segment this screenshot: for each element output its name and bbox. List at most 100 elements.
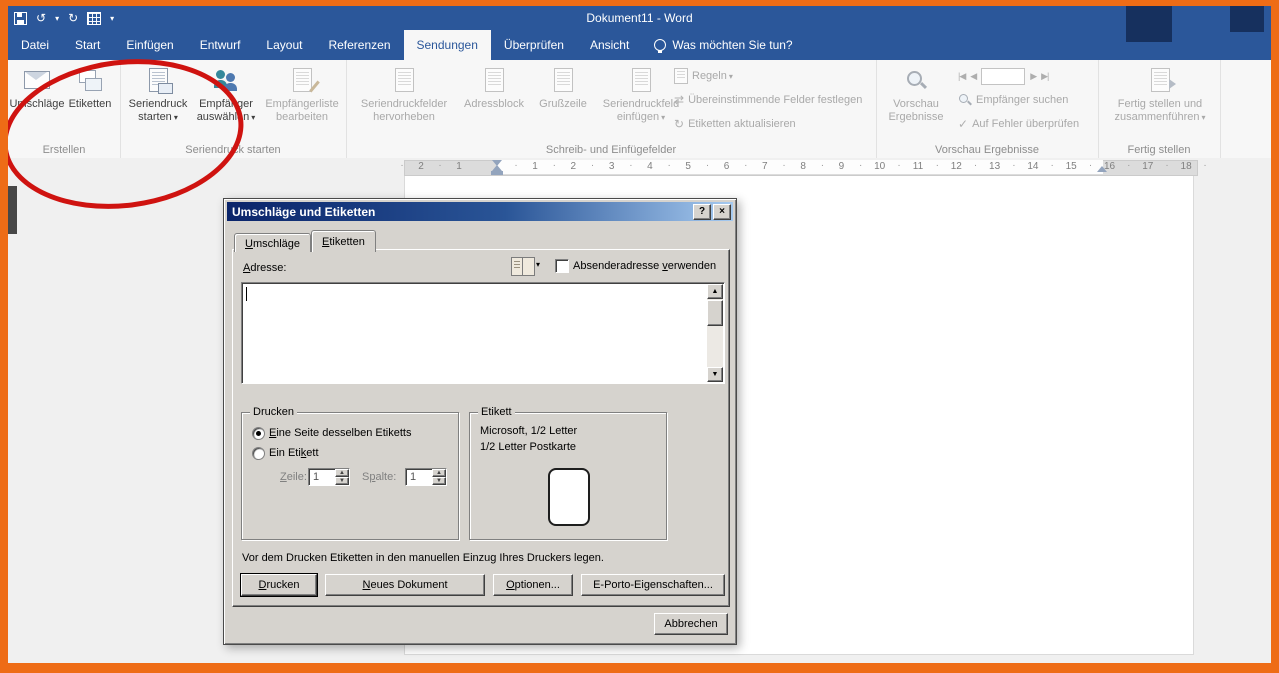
etiketten-aktualisieren-button[interactable]: ↻ Etiketten aktualisieren	[674, 114, 796, 134]
column-down-icon[interactable]: ▼	[432, 477, 446, 485]
dialog-title-bar[interactable]: Umschläge und Etiketten ? ×	[227, 202, 733, 221]
tab-einfuegen[interactable]: Einfügen	[113, 30, 186, 60]
grusszeile-button[interactable]: Grußzeile	[534, 65, 592, 111]
seriendruck-starten-button[interactable]: Seriendruck starten▾	[125, 65, 191, 124]
column-label: Spalte:	[362, 471, 396, 483]
scroll-up-button[interactable]: ▲	[707, 284, 723, 299]
eporto-button[interactable]: E-Porto-Eigenschaften...	[581, 574, 725, 596]
label-type: 1/2 Letter Postkarte	[480, 441, 576, 453]
tab-referenzen[interactable]: Referenzen	[315, 30, 403, 60]
tab-ueberpruefen[interactable]: Überprüfen	[491, 30, 577, 60]
drucken-button[interactable]: Drucken	[241, 574, 317, 596]
ruler-tick: ·	[936, 160, 939, 171]
titlebar-decoration	[1126, 6, 1172, 42]
dialog-tab-umschlaege[interactable]: Umschläge	[234, 233, 311, 252]
ruler-number: 2	[418, 161, 424, 172]
address-label: Adresse:	[243, 262, 286, 274]
tab-start[interactable]: Start	[62, 30, 113, 60]
full-page-radio[interactable]	[252, 427, 265, 440]
text-caret	[246, 287, 247, 301]
last-record-icon[interactable]: ▶|	[1041, 71, 1048, 82]
empfaengerliste-bearbeiten-button[interactable]: Empfängerliste bearbeiten	[260, 65, 344, 124]
preview-results-icon	[904, 65, 928, 95]
record-number-input[interactable]	[981, 68, 1025, 85]
dialog-tabs: Umschläge Etiketten	[234, 230, 376, 252]
empfaenger-suchen-button[interactable]: Empfänger suchen	[958, 90, 1068, 110]
ruler-number: 18	[1181, 161, 1192, 172]
felder-hervorheben-button[interactable]: Seriendruckfelder hervorheben	[354, 65, 454, 124]
tell-me-box[interactable]: Was möchten Sie tun?	[642, 30, 804, 60]
regeln-button[interactable]: Regeln▾	[674, 66, 733, 86]
tab-entwurf[interactable]: Entwurf	[187, 30, 254, 60]
abbrechen-button[interactable]: Abbrechen	[654, 613, 728, 635]
vorschau-button[interactable]: Vorschau Ergebnisse	[884, 65, 948, 124]
textbox-scrollbar[interactable]: ▲ ▼	[707, 284, 723, 382]
umschlaege-button[interactable]: Umschläge	[11, 65, 63, 111]
ruler-number: 2	[571, 161, 577, 172]
neues-dokument-button[interactable]: Neues Dokument	[325, 574, 485, 596]
ruler-number: 17	[1142, 161, 1153, 172]
tab-layout[interactable]: Layout	[253, 30, 315, 60]
group-seriendruck-starten: Seriendruck starten▾ Empfänger auswählen…	[120, 60, 347, 158]
address-book-icon[interactable]	[511, 257, 535, 276]
scroll-down-button[interactable]: ▼	[707, 367, 723, 382]
fertig-stellen-button[interactable]: Fertig stellen und zusammenführen▾	[1114, 65, 1206, 124]
fehler-pruefen-button[interactable]: ✓ Auf Fehler überprüfen	[958, 114, 1079, 134]
column-up-icon[interactable]: ▲	[432, 469, 446, 477]
recipients-icon	[213, 65, 239, 95]
label-group-title: Etikett	[478, 406, 515, 418]
left-indent-marker[interactable]	[491, 171, 503, 175]
label-preview	[548, 468, 590, 526]
row-spinner[interactable]: 1 ▲▼	[308, 468, 350, 486]
ruler-tick: ·	[1051, 160, 1054, 171]
etiketten-button[interactable]: Etiketten	[65, 65, 115, 111]
ruler-number: 3	[609, 161, 615, 172]
tab-ansicht[interactable]: Ansicht	[577, 30, 642, 60]
ruler-number: 15	[1066, 161, 1077, 172]
dialog-help-button[interactable]: ?	[693, 204, 711, 220]
tab-datei[interactable]: Datei	[8, 30, 62, 60]
word-window: ↺ ▾ ↻ ▾ Dokument11 - Word Datei Start Ei…	[8, 6, 1271, 663]
dropdown-icon: ▾	[1201, 113, 1205, 122]
sender-address-label: Absenderadresse verwenden	[573, 260, 716, 272]
single-label-radio[interactable]	[252, 447, 265, 460]
feld-einfuegen-button[interactable]: Seriendruckfeld einfügen▾	[596, 65, 686, 124]
row-up-icon[interactable]: ▲	[335, 469, 349, 477]
empfaenger-auswaehlen-button[interactable]: Empfänger auswählen▾	[193, 65, 259, 124]
group-label-vorschau: Vorschau Ergebnisse	[876, 144, 1098, 156]
ruler-tick: ·	[553, 160, 556, 171]
address-textbox[interactable]: ▲ ▼	[241, 282, 725, 384]
scroll-thumb[interactable]	[707, 300, 723, 326]
optionen-button[interactable]: Optionen...	[493, 574, 573, 596]
next-record-icon[interactable]: ▶	[1030, 71, 1036, 82]
label-vendor: Microsoft, 1/2 Letter	[480, 425, 577, 437]
adressblock-label: Adressblock	[464, 98, 524, 111]
label-groupbox: Etikett Microsoft, 1/2 Letter 1/2 Letter…	[469, 412, 667, 540]
ruler-tick: ·	[821, 160, 824, 171]
dialog-tab-etiketten[interactable]: Etiketten	[311, 230, 376, 252]
row-down-icon[interactable]: ▼	[335, 477, 349, 485]
lightbulb-icon	[654, 39, 666, 51]
address-book-dropdown-icon[interactable]: ▾	[536, 260, 540, 269]
dialog-close-button[interactable]: ×	[713, 204, 731, 220]
adressblock-button[interactable]: Adressblock	[458, 65, 530, 111]
previous-record-icon[interactable]: ◀	[970, 71, 976, 82]
felder-festlegen-button[interactable]: ⇄ Übereinstimmende Felder festlegen	[674, 90, 862, 110]
dropdown-icon: ▾	[729, 72, 733, 81]
dialog-title: Umschläge und Etiketten	[232, 205, 375, 219]
finish-merge-icon	[1151, 65, 1170, 95]
ruler-number: 1	[532, 161, 538, 172]
grusszeile-label: Grußzeile	[539, 98, 587, 111]
first-record-icon[interactable]: |◀	[958, 71, 965, 82]
empfaenger-suchen-label: Empfänger suchen	[976, 94, 1068, 106]
sender-address-checkbox[interactable]	[555, 259, 569, 273]
greeting-line-icon	[554, 65, 573, 95]
right-indent-marker[interactable]	[1097, 166, 1107, 172]
dialog-tab-page: Adresse: ▾ Absenderadresse verwenden ▲ ▼…	[232, 249, 730, 607]
tab-sendungen[interactable]: Sendungen	[404, 30, 491, 60]
highlight-fields-icon	[395, 65, 414, 95]
column-spinner[interactable]: 1 ▲▼	[405, 468, 447, 486]
vorschau-label: Vorschau Ergebnisse	[884, 98, 948, 124]
empfaengerliste-bearbeiten-label: Empfängerliste bearbeiten	[260, 98, 344, 124]
horizontal-ruler[interactable]: ·2·1·1·2·3·4·5·6·7·8·9·10·11·12·13·14·15…	[8, 158, 1271, 176]
